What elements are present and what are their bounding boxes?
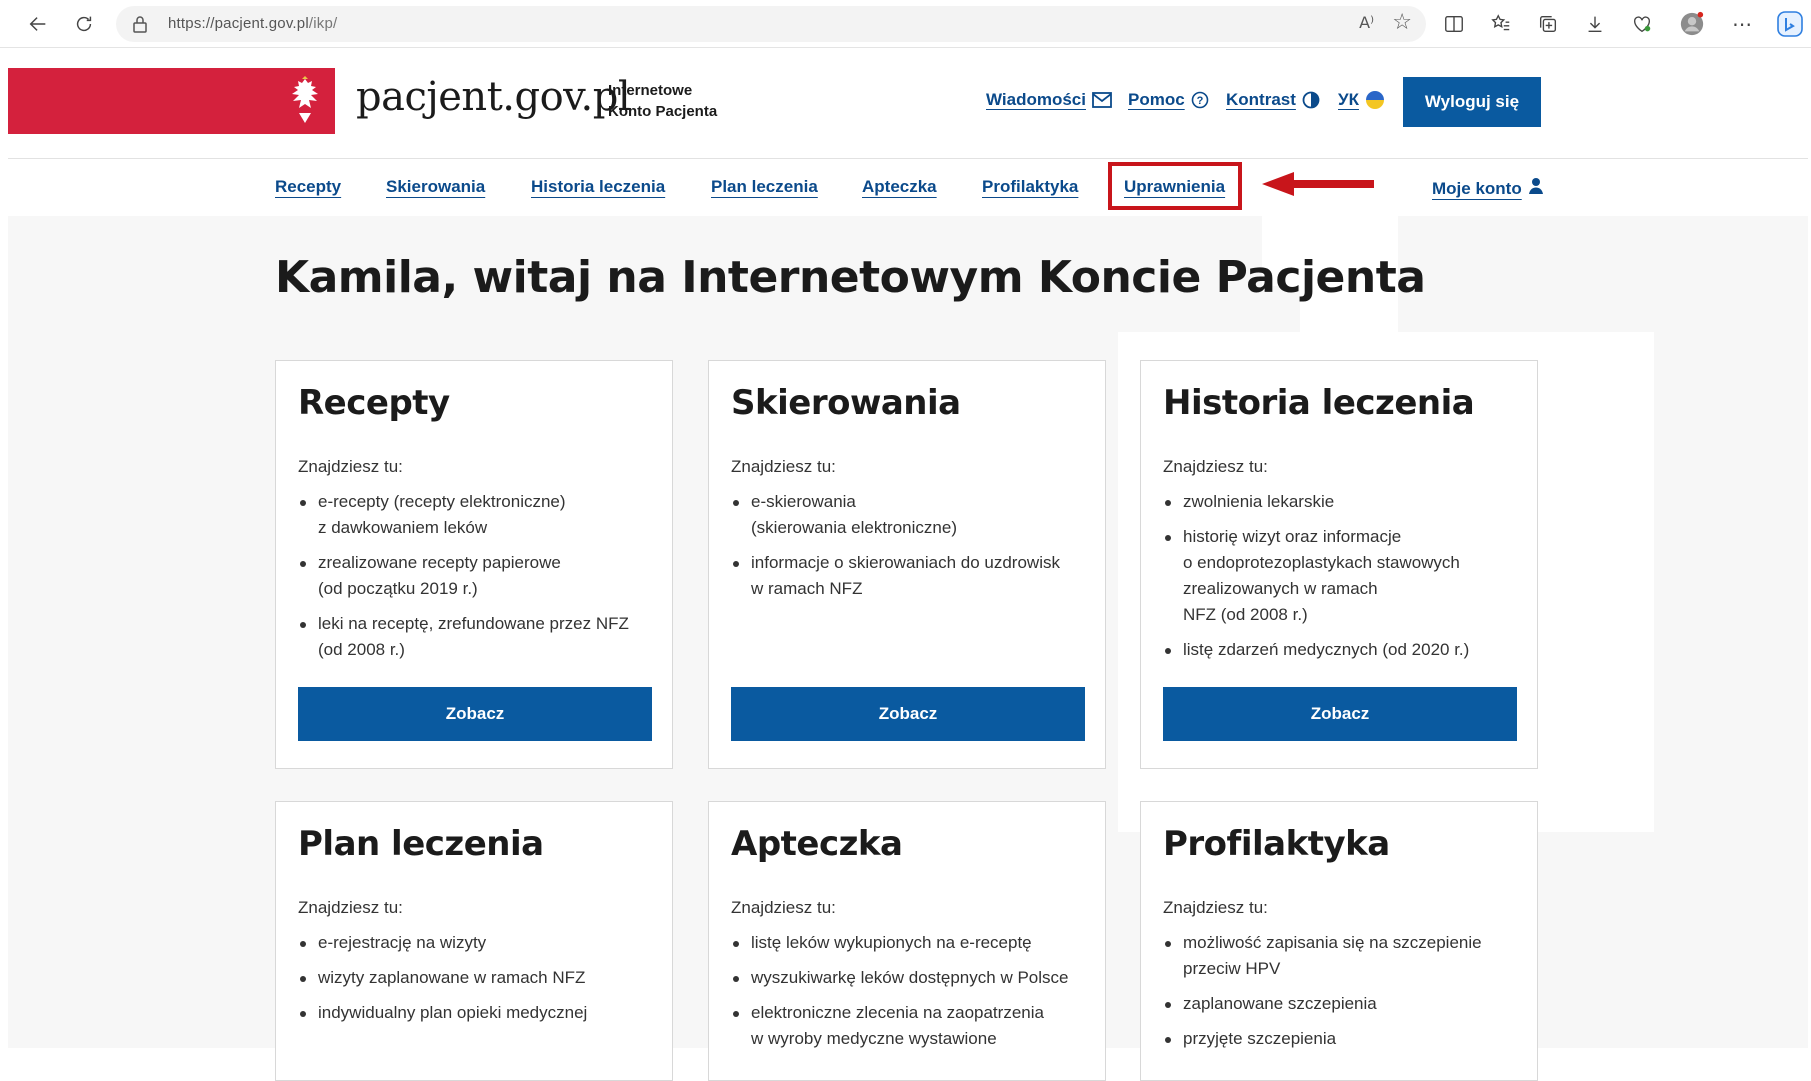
see-historia-button[interactable]: Zobacz bbox=[1163, 687, 1517, 741]
list-item: możliwość zapisania się na szczepienie p… bbox=[1163, 930, 1523, 982]
download-icon[interactable] bbox=[1581, 10, 1609, 38]
site-subtitle: Internetowe Konto Pacjenta bbox=[608, 82, 718, 120]
nav-historia-leczenia[interactable]: Historia leczenia bbox=[531, 177, 665, 197]
card-profilaktyka: Profilaktyka Znajdziesz tu: możliwość za… bbox=[1140, 801, 1538, 1081]
contrast-link[interactable]: Kontrast bbox=[1226, 90, 1320, 110]
card-intro: Znajdziesz tu: bbox=[1163, 457, 1268, 476]
card-title: Apteczka bbox=[731, 824, 903, 864]
list-item: listę leków wykupionych na e-receptę bbox=[731, 930, 1091, 956]
list-item: e-rejestrację na wizyty bbox=[298, 930, 658, 956]
site-logo[interactable]: pacjent.gov.pl bbox=[356, 74, 631, 120]
url-text: https://pacjent.gov.pl/ikp/ bbox=[168, 15, 338, 32]
see-recepty-button[interactable]: Zobacz bbox=[298, 687, 652, 741]
site-header: pacjent.gov.pl Internetowe Konto Pacjent… bbox=[8, 68, 1808, 134]
list-item: indywidualny plan opieki medycznej bbox=[298, 1000, 658, 1026]
browser-essentials-icon[interactable] bbox=[1628, 10, 1656, 38]
card-list: możliwość zapisania się na szczepienie p… bbox=[1163, 930, 1523, 1061]
collections-icon[interactable] bbox=[1534, 10, 1562, 38]
card-intro: Znajdziesz tu: bbox=[731, 457, 836, 476]
card-intro: Znajdziesz tu: bbox=[1163, 898, 1268, 917]
contrast-icon bbox=[1302, 91, 1320, 109]
lock-icon bbox=[132, 15, 148, 37]
list-item: wizyty zaplanowane w ramach NFZ bbox=[298, 965, 658, 991]
nav-recepty[interactable]: Recepty bbox=[275, 177, 341, 197]
card-list: e-recepty (recepty elektroniczne) z dawk… bbox=[298, 489, 658, 672]
messages-link[interactable]: Wiadomości bbox=[986, 90, 1112, 110]
nav-plan-leczenia[interactable]: Plan leczenia bbox=[711, 177, 818, 197]
list-item: informacje o skierowaniach do uzdrowisk … bbox=[731, 550, 1091, 602]
list-item: e-recepty (recepty elektroniczne) z dawk… bbox=[298, 489, 658, 541]
profile-avatar[interactable] bbox=[1678, 10, 1706, 38]
card-title: Historia leczenia bbox=[1163, 383, 1475, 423]
language-link[interactable]: УК bbox=[1338, 90, 1385, 110]
list-item: historię wizyt oraz informacje o endopro… bbox=[1163, 524, 1523, 628]
main-nav: Recepty Skierowania Historia leczenia Pl… bbox=[8, 158, 1808, 217]
split-screen-icon[interactable] bbox=[1440, 10, 1468, 38]
eagle-emblem-icon bbox=[275, 68, 335, 134]
list-item: zrealizowane recepty papierowe (od począ… bbox=[298, 550, 658, 602]
favorites-icon[interactable] bbox=[1487, 10, 1515, 38]
logout-button[interactable]: Wyloguj się bbox=[1403, 77, 1541, 127]
nav-profilaktyka[interactable]: Profilaktyka bbox=[982, 177, 1078, 197]
address-bar[interactable]: https://pacjent.gov.pl/ikp/ A⁾ ☆ bbox=[116, 6, 1426, 42]
favorite-star-icon[interactable]: ☆ bbox=[1392, 11, 1412, 35]
card-apteczka: Apteczka Znajdziesz tu: listę leków wyku… bbox=[708, 801, 1106, 1081]
user-icon bbox=[1528, 177, 1544, 200]
card-list: e-rejestrację na wizyty wizyty zaplanowa… bbox=[298, 930, 658, 1035]
card-intro: Znajdziesz tu: bbox=[298, 898, 403, 917]
read-aloud-icon[interactable]: A⁾ bbox=[1359, 13, 1374, 32]
card-skierowania: Skierowania Znajdziesz tu: e-skierowania… bbox=[708, 360, 1106, 769]
card-plan-leczenia: Plan leczenia Znajdziesz tu: e-rejestrac… bbox=[275, 801, 673, 1081]
annotation-highlight-box bbox=[1108, 162, 1242, 210]
nav-skierowania[interactable]: Skierowania bbox=[386, 177, 485, 197]
list-item: wyszukiwarkę leków dostępnych w Polsce bbox=[731, 965, 1091, 991]
question-circle-icon: ? bbox=[1191, 91, 1209, 109]
list-item: elektroniczne zlecenia na zaopatrzenia w… bbox=[731, 1000, 1091, 1052]
list-item: leki na receptę, zrefundowane przez NFZ … bbox=[298, 611, 658, 663]
card-historia-leczenia: Historia leczenia Znajdziesz tu: zwolnie… bbox=[1140, 360, 1538, 769]
svg-text:?: ? bbox=[1196, 95, 1203, 107]
see-skierowania-button[interactable]: Zobacz bbox=[731, 687, 1085, 741]
more-options-icon[interactable]: ⋯ bbox=[1728, 10, 1756, 38]
card-recepty: Recepty Znajdziesz tu: e-recepty (recept… bbox=[275, 360, 673, 769]
envelope-icon bbox=[1092, 92, 1112, 108]
card-intro: Znajdziesz tu: bbox=[731, 898, 836, 917]
nav-apteczka[interactable]: Apteczka bbox=[862, 177, 937, 197]
list-item: zaplanowane szczepienia bbox=[1163, 991, 1523, 1017]
card-title: Recepty bbox=[298, 383, 450, 423]
card-title: Skierowania bbox=[731, 383, 961, 423]
nav-my-account[interactable]: Moje konto bbox=[1432, 177, 1544, 200]
list-item: e-skierowania (skierowania elektroniczne… bbox=[731, 489, 1091, 541]
list-item: listę zdarzeń medycznych (od 2020 r.) bbox=[1163, 637, 1523, 663]
card-intro: Znajdziesz tu: bbox=[298, 457, 403, 476]
card-title: Profilaktyka bbox=[1163, 824, 1390, 864]
card-list: zwolnienia lekarskie historię wizyt oraz… bbox=[1163, 489, 1523, 672]
help-link[interactable]: Pomoc ? bbox=[1128, 90, 1209, 110]
list-item: zwolnienia lekarskie bbox=[1163, 489, 1523, 515]
refresh-icon[interactable] bbox=[66, 6, 102, 42]
card-title: Plan leczenia bbox=[298, 824, 544, 864]
list-item: przyjęte szczepienia bbox=[1163, 1026, 1523, 1052]
copilot-icon[interactable] bbox=[1776, 10, 1804, 38]
card-list: listę leków wykupionych na e-receptę wys… bbox=[731, 930, 1091, 1061]
page-title: Kamila, witaj na Internetowym Koncie Pac… bbox=[275, 252, 1426, 303]
browser-toolbar: https://pacjent.gov.pl/ikp/ A⁾ ☆ ⋯ bbox=[0, 0, 1811, 48]
annotation-arrow-icon bbox=[1262, 172, 1374, 196]
ukraine-flag-icon bbox=[1365, 90, 1385, 110]
card-list: e-skierowania (skierowania elektroniczne… bbox=[731, 489, 1091, 611]
back-icon[interactable] bbox=[20, 6, 56, 42]
